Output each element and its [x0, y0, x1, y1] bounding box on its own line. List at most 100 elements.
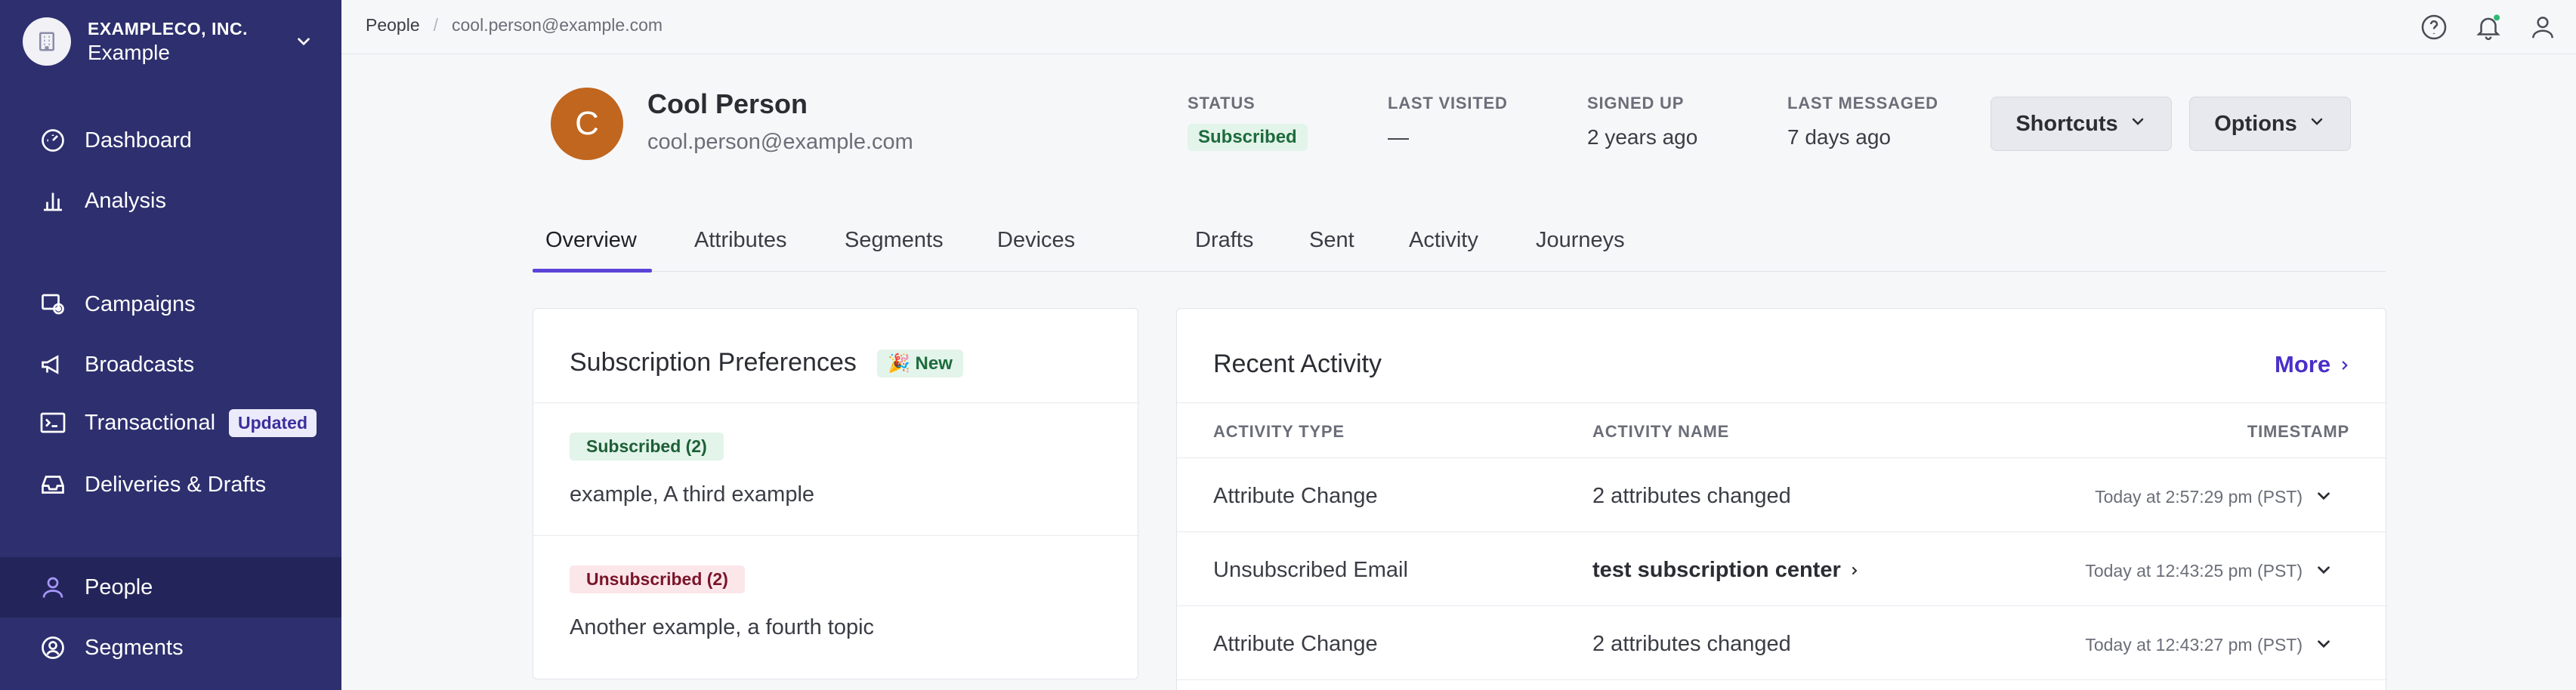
last-visited-stat: LAST VISITED —: [1388, 94, 1508, 149]
chevron-down-icon: [2129, 112, 2147, 137]
account-icon[interactable]: [2528, 12, 2558, 42]
status-badge: Subscribed: [1188, 124, 1308, 151]
column-activity-type: ACTIVITY TYPE: [1213, 422, 1345, 441]
recent-activity-card: Recent Activity More ACTIVITY TYPE ACTIV…: [1176, 308, 2387, 690]
subscribed-topics: example, A third example: [570, 482, 815, 507]
person-name: Cool Person: [647, 88, 808, 119]
top-bar: People / cool.person@example.com: [341, 0, 2576, 54]
unsubscribed-badge: Unsubscribed (2): [570, 565, 745, 593]
last-visited-label: LAST VISITED: [1388, 94, 1508, 112]
subscription-title: Subscription Preferences: [570, 348, 857, 377]
activity-type: Unsubscribed Email: [1213, 558, 1408, 582]
chevron-down-icon[interactable]: [2309, 555, 2339, 585]
column-timestamp: TIMESTAMP: [2247, 422, 2349, 441]
tab-overview[interactable]: Overview: [545, 228, 637, 253]
divider: [533, 402, 1139, 403]
person-icon: [38, 572, 68, 602]
bar-chart-icon: [38, 186, 68, 216]
help-icon[interactable]: [2419, 12, 2449, 42]
unsubscribed-topics: Another example, a fourth topic: [570, 615, 875, 639]
activity-timestamp: Today at 12:43:27 pm (PST): [2085, 635, 2303, 655]
tab-journeys[interactable]: Journeys: [1536, 228, 1625, 253]
sidebar-item-people[interactable]: People: [0, 557, 341, 618]
sidebar-item-label: Segments: [85, 635, 184, 660]
activity-timestamp: Today at 2:57:29 pm (PST): [2095, 487, 2303, 507]
signed-up-label: SIGNED UP: [1587, 94, 1685, 112]
tab-activity[interactable]: Activity: [1409, 228, 1478, 253]
inbox-icon: [38, 470, 68, 500]
activity-name: 2 attributes changed: [1592, 632, 1791, 656]
divider: [1177, 679, 2387, 680]
bell-icon[interactable]: [2473, 12, 2503, 42]
sidebar-item-deliveries[interactable]: Deliveries & Drafts: [0, 454, 341, 515]
org-label: EXAMPLECO, INC. Example: [88, 19, 289, 65]
active-tab-indicator: [533, 269, 652, 273]
chevron-down-icon[interactable]: [289, 26, 319, 57]
chevron-right-icon: [1849, 558, 1861, 583]
sidebar-item-dashboard[interactable]: Dashboard: [0, 110, 341, 171]
breadcrumb-root[interactable]: People: [366, 15, 420, 35]
sidebar-item-label: Analysis: [85, 188, 166, 213]
sidebar-item-campaigns[interactable]: Campaigns: [0, 274, 341, 334]
new-badge: 🎉 New: [877, 350, 963, 377]
more-label: More: [2275, 351, 2331, 377]
chevron-right-icon: [2338, 351, 2352, 378]
last-messaged-label: LAST MESSAGED: [1787, 94, 1938, 112]
org-switcher[interactable]: EXAMPLECO, INC. Example: [23, 15, 319, 68]
sidebar-item-label: People: [85, 574, 153, 599]
terminal-icon: [38, 408, 68, 438]
table-row[interactable]: Unsubscribed Email test subscription cen…: [1177, 532, 2387, 606]
divider: [1177, 402, 2387, 403]
gauge-icon: [38, 125, 68, 156]
shortcuts-label: Shortcuts: [2015, 111, 2118, 136]
table-row[interactable]: Attribute Change 2 attributes changed To…: [1177, 606, 2387, 680]
tab-attributes[interactable]: Attributes: [694, 228, 787, 253]
shortcuts-button[interactable]: Shortcuts: [1991, 97, 2172, 151]
options-button[interactable]: Options: [2189, 97, 2351, 151]
sidebar: EXAMPLECO, INC. Example Dashboard Analys…: [0, 0, 341, 690]
status-stat: STATUS Subscribed: [1188, 94, 1308, 151]
chevron-down-icon[interactable]: [2309, 481, 2339, 511]
tab-drafts[interactable]: Drafts: [1195, 228, 1253, 253]
subscribed-badge: Subscribed (2): [570, 433, 724, 461]
signed-up-value: 2 years ago: [1587, 125, 1698, 149]
org-name: Example: [88, 40, 170, 64]
building-icon: [23, 17, 71, 66]
subscription-preferences-card: Subscription Preferences 🎉 New Subscribe…: [533, 308, 1139, 679]
breadcrumb-current: cool.person@example.com: [452, 15, 663, 35]
last-messaged-value: 7 days ago: [1787, 125, 1891, 149]
person-email: cool.person@example.com: [647, 130, 913, 154]
last-visited-value: —: [1388, 125, 1409, 149]
status-label: STATUS: [1188, 94, 1256, 112]
sidebar-item-transactional[interactable]: Transactional Updated: [0, 393, 341, 453]
activity-name: 2 attributes changed: [1592, 484, 1791, 508]
more-link[interactable]: More: [2275, 351, 2352, 378]
sidebar-item-analysis[interactable]: Analysis: [0, 171, 341, 231]
activity-type: Attribute Change: [1213, 632, 1378, 656]
tab-sent[interactable]: Sent: [1309, 228, 1354, 253]
activity-name-link[interactable]: test subscription center: [1592, 558, 1861, 583]
tab-devices[interactable]: Devices: [997, 228, 1075, 253]
campaign-icon: [38, 289, 68, 319]
activity-type: Attribute Change: [1213, 484, 1378, 508]
tab-segments[interactable]: Segments: [845, 228, 944, 253]
sidebar-item-label: Campaigns: [85, 291, 196, 316]
breadcrumb-separator: /: [433, 15, 439, 35]
sidebar-item-label: Dashboard: [85, 128, 192, 152]
divider: [533, 535, 1139, 536]
column-activity-name: ACTIVITY NAME: [1592, 422, 1730, 441]
sidebar-item-label: Transactional: [85, 410, 216, 435]
updated-badge: Updated: [229, 408, 317, 437]
megaphone-icon: [38, 350, 68, 380]
sidebar-item-broadcasts[interactable]: Broadcasts: [0, 334, 341, 395]
table-row[interactable]: Attribute Change 2 attributes changed To…: [1177, 458, 2387, 532]
activity-name: test subscription center: [1592, 558, 1841, 582]
breadcrumb: People / cool.person@example.com: [366, 15, 663, 35]
chevron-down-icon[interactable]: [2309, 629, 2339, 659]
org-company: EXAMPLECO, INC.: [88, 18, 248, 39]
activity-timestamp: Today at 12:43:25 pm (PST): [2085, 561, 2303, 581]
options-label: Options: [2214, 111, 2297, 136]
sidebar-item-segments[interactable]: Segments: [0, 618, 341, 678]
segment-icon: [38, 633, 68, 663]
chevron-down-icon: [2308, 112, 2326, 137]
